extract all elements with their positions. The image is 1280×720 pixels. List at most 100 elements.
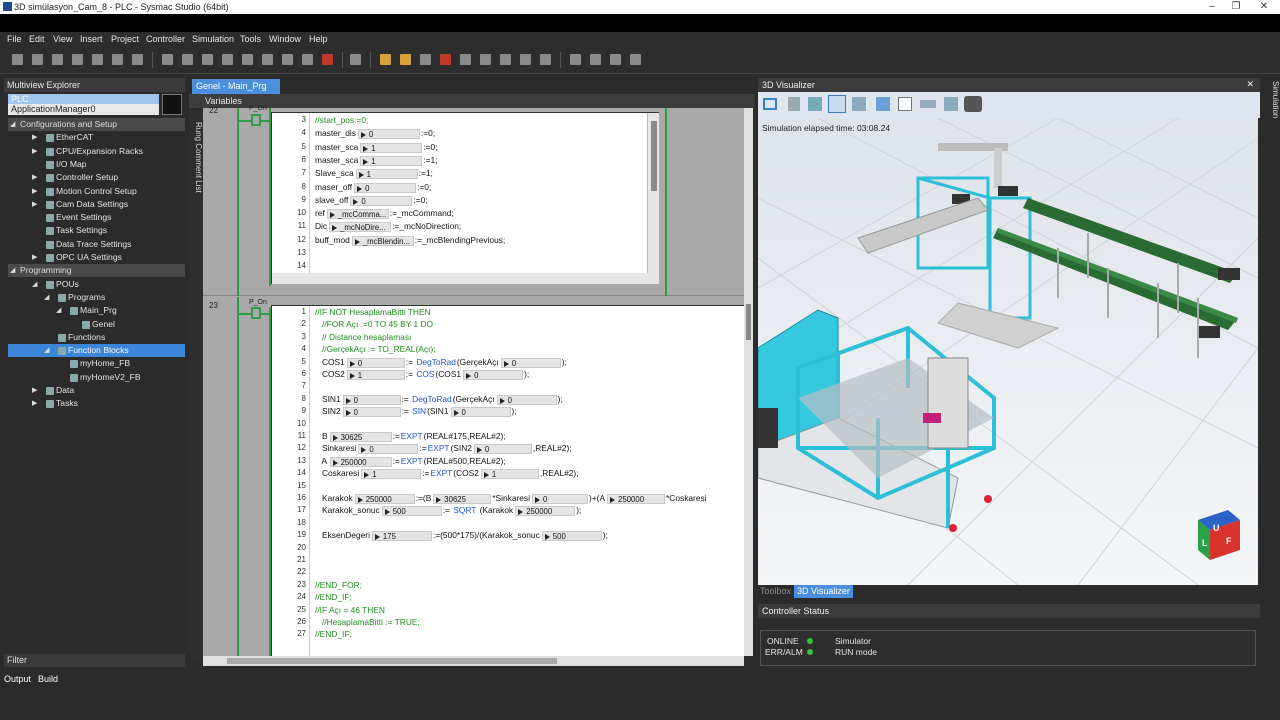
menu-view[interactable]: View [53,34,72,44]
menu-project[interactable]: Project [111,34,139,44]
tree-item-myhome-fb[interactable]: myHome_FB [8,357,185,370]
tree-item-task-settings[interactable]: Task Settings [8,224,185,237]
step-out-icon[interactable] [500,54,511,65]
st-block[interactable]: 3//start_pos:=0; 4 master_dis 0:=0; 5 master_… [271,112,659,284]
tree-item-cam-data-settings[interactable]: ▶ Cam Data Settings [8,198,185,211]
value-monitor-box[interactable]: 0 [346,357,405,368]
p-on-contact[interactable] [251,307,261,319]
tab-main-prg[interactable]: Genel - Main_Prg ✕ [192,79,280,101]
cut-icon[interactable] [12,54,23,65]
cross-reference-icon[interactable] [350,54,361,65]
menu-insert[interactable]: Insert [80,34,103,44]
zoom-out-icon[interactable] [610,54,621,65]
expand-arrow-icon[interactable]: ▶ [32,171,37,184]
zoom-in-icon[interactable] [590,54,601,65]
p-on-contact[interactable] [251,114,261,126]
expand-arrow-icon[interactable]: ▶ [32,131,37,144]
value-monitor-box[interactable]: 1 [361,469,422,480]
pause-icon[interactable] [540,54,551,65]
cube-face-right[interactable]: F [1226,536,1232,546]
build-icon[interactable] [162,54,173,65]
minimize-button[interactable]: – [1200,0,1224,14]
tree-item-programming[interactable]: ◢ Programming [8,264,185,278]
rung-comment-list[interactable]: Rung Comment List [189,108,203,658]
frame-icon[interactable] [944,97,958,111]
offline-icon[interactable] [242,54,253,65]
transfer-icon[interactable] [262,54,273,65]
zoom-fit-icon[interactable] [630,54,641,65]
value-monitor-box[interactable]: 1 [355,169,418,180]
value-monitor-box[interactable]: 250000 [329,456,392,467]
editor-hscrollbar[interactable] [203,656,744,666]
collapse-arrow-icon[interactable]: ◢ [56,304,61,317]
scroll-thumb[interactable] [227,658,557,664]
online-icon[interactable] [222,54,233,65]
value-monitor-box[interactable]: 1 [360,142,423,153]
value-monitor-box[interactable]: 0 [354,182,417,193]
step-over-icon[interactable] [480,54,491,65]
tab-output[interactable]: Output [4,674,31,684]
copy-icon[interactable] [32,54,43,65]
expand-arrow-icon[interactable]: ▶ [32,145,37,158]
expand-arrow-icon[interactable]: ▶ [32,384,37,397]
box-icon[interactable] [876,97,890,111]
value-monitor-box[interactable]: 0 [496,394,557,405]
value-monitor-box[interactable]: 175 [371,531,432,542]
value-monitor-box[interactable]: 1 [360,155,423,166]
pointer-icon[interactable] [788,97,800,111]
value-monitor-box[interactable]: _mcBlendin... [351,235,414,246]
collapse-arrow-icon[interactable]: ◢ [44,344,49,357]
expand-arrow-icon[interactable]: ▶ [32,185,37,198]
run-icon[interactable] [420,54,431,65]
menu-edit[interactable]: Edit [29,34,45,44]
st-block[interactable]: 1 //IF NOT HesaplamaBitti THEN 2 //FOR Açı… [271,305,745,657]
value-monitor-box[interactable]: _mcComma... [326,209,389,220]
value-monitor-box[interactable]: 0 [450,407,511,418]
value-monitor-box[interactable]: 0 [357,129,420,140]
value-monitor-box[interactable]: 0 [350,195,413,206]
ruler-icon[interactable] [920,100,936,108]
controller-switch-icon[interactable] [162,94,182,115]
tree-item-cpu-expansion-racks[interactable]: ▶ CPU/Expansion Racks [8,145,185,158]
tree-item-opc-ua-settings[interactable]: ▶ OPC UA Settings [8,251,185,264]
zoom-icon[interactable] [852,97,866,111]
tree-item-programs[interactable]: ◢ Programs [8,291,185,304]
value-monitor-box[interactable]: 1 [346,370,405,380]
value-monitor-box[interactable]: 0 [473,444,532,455]
value-monitor-box[interactable]: 0 [500,357,561,368]
redo-icon[interactable] [112,54,123,65]
collapse-arrow-icon[interactable]: ◢ [32,278,37,291]
move-icon[interactable] [808,97,822,111]
menu-tools[interactable]: Tools [240,34,261,44]
tree-item-configurations-and-setup[interactable]: ◢ Configurations and Setup [8,118,185,131]
warning-alt-icon[interactable] [400,54,411,65]
rebuild-icon[interactable] [182,54,193,65]
value-monitor-box[interactable]: 500 [541,531,602,542]
menu-simulation[interactable]: Simulation [192,34,234,44]
document-icon[interactable] [898,97,912,111]
tab-toolbox[interactable]: Toolbox [760,586,791,596]
collapse-arrow-icon[interactable]: ◢ [10,118,15,131]
menu-help[interactable]: Help [309,34,328,44]
value-monitor-box[interactable]: 250000 [354,494,415,504]
variables-header[interactable]: Variables [189,94,754,108]
value-monitor-box[interactable]: 500 [381,506,442,517]
tree-item-main-prg[interactable]: ◢ Main_Prg [8,304,185,317]
stop-icon[interactable] [322,54,333,65]
application-selector[interactable]: ApplicationManager0 [8,104,159,115]
close-button[interactable]: ✕ [1252,0,1276,14]
expand-arrow-icon[interactable]: ▶ [32,397,37,410]
expand-arrow-icon[interactable]: ▶ [32,251,37,264]
tree-item-motion-control-setup[interactable]: ▶ Motion Control Setup [8,185,185,198]
tab-3d-visualizer[interactable]: 3D Visualizer [794,585,853,598]
value-monitor-box[interactable]: 1 [480,469,539,480]
controller-selector[interactable]: PLC [8,94,159,104]
expand-arrow-icon[interactable]: ▶ [32,198,37,211]
value-monitor-box[interactable]: 0 [358,444,419,455]
scroll-thumb[interactable] [651,121,657,191]
tree-item-event-settings[interactable]: Event Settings [8,211,185,224]
delete-icon[interactable] [72,54,83,65]
value-monitor-box[interactable]: 250000 [515,506,576,517]
rotate-icon[interactable] [828,95,846,113]
value-monitor-box[interactable]: 0 [463,370,524,380]
